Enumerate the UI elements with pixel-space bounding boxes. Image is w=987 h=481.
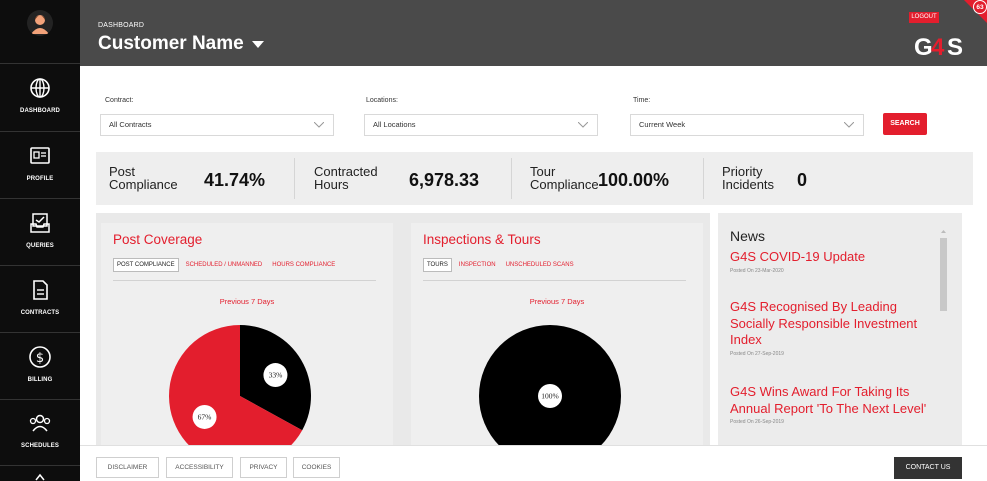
chevron-up-icon[interactable] xyxy=(35,473,45,481)
sidebar-item-label: QUERIES xyxy=(26,243,54,249)
disclaimer-button[interactable]: DISCLAIMER xyxy=(96,457,159,478)
sidebar-item-label: BILLING xyxy=(27,377,53,383)
sidebar-item-label: CONTRACTS xyxy=(20,310,60,316)
nav-divider xyxy=(0,265,80,266)
customer-selector[interactable]: Customer Name xyxy=(98,33,264,55)
kpi-label-line: Compliance xyxy=(530,177,599,192)
kpi-label-line: Incidents xyxy=(722,177,775,192)
sidebar-item-profile[interactable]: PROFILE xyxy=(0,138,80,204)
contract-select[interactable]: All Contracts xyxy=(100,114,334,136)
nav-divider xyxy=(0,399,80,400)
inbox-icon xyxy=(30,213,50,233)
kpi-bar: Post Compliance 41.74% Contracted Hours … xyxy=(96,152,973,205)
sidebar-item-billing[interactable]: $ BILLING xyxy=(0,339,80,405)
news-date: Posted On 23-Mar-2020 xyxy=(730,267,784,274)
svg-text:G: G xyxy=(914,34,933,60)
kpi-label-tour-compliance: Tour Compliance xyxy=(530,165,599,191)
nav-divider xyxy=(0,332,80,333)
locations-label: Locations: xyxy=(366,97,398,104)
news-item[interactable]: G4S COVID-19 Update Posted On 23-Mar-202… xyxy=(730,249,935,274)
post-coverage-pie-chart: 33% 67% xyxy=(169,325,311,453)
kpi-value-tour-compliance: 100.00% xyxy=(598,170,670,190)
privacy-button[interactable]: PRIVACY xyxy=(240,457,287,478)
kpi-divider xyxy=(294,158,295,199)
inspections-panel: Inspections & Tours TOURS INSPECTION UNS… xyxy=(411,223,703,453)
kpi-divider xyxy=(703,158,704,199)
dollar-icon: $ xyxy=(29,346,51,368)
svg-text:S: S xyxy=(947,34,963,60)
news-date: Posted On 27-Sep-2019 xyxy=(730,350,784,357)
nav-divider xyxy=(0,198,80,199)
sidebar-item-label: SCHEDULES xyxy=(21,443,59,449)
pie-data-label: 100% xyxy=(541,392,559,401)
scroll-up-icon[interactable] xyxy=(941,229,946,234)
news-panel: News G4S COVID-19 Update Posted On 23-Ma… xyxy=(718,213,962,453)
pie-data-label: 67% xyxy=(198,412,212,421)
sidebar-item-contracts[interactable]: CONTRACTS xyxy=(0,272,80,338)
kpi-label-priority-incidents: Priority Incidents xyxy=(722,165,774,191)
svg-text:$: $ xyxy=(36,351,44,366)
svg-text:4: 4 xyxy=(931,34,945,60)
kpi-value-contracted-hours: 6,978.33 xyxy=(409,170,480,190)
logout-button[interactable]: LOGOUT xyxy=(909,12,939,23)
globe-icon xyxy=(30,78,50,98)
contract-select-value: All Contracts xyxy=(109,120,152,129)
avatar-icon xyxy=(27,10,53,36)
kpi-divider xyxy=(511,158,512,199)
news-item[interactable]: G4S Wins Award For Taking Its Annual Rep… xyxy=(730,384,935,425)
chevron-down-icon xyxy=(578,122,588,128)
g4s-logo: G 4 S xyxy=(912,30,967,61)
sidebar: DASHBOARD PROFILE QUERIES CONTRACTS $ BI… xyxy=(0,0,80,481)
news-item[interactable]: G4S Recognised By Leading Socially Respo… xyxy=(730,299,935,357)
chevron-down-icon xyxy=(314,122,324,128)
sidebar-item-label: DASHBOARD xyxy=(20,108,60,114)
sidebar-item-label: PROFILE xyxy=(26,176,54,182)
nav-divider xyxy=(0,63,80,64)
footer: DISCLAIMER ACCESSIBILITY PRIVACY COOKIES… xyxy=(80,445,987,481)
time-select-value: Current Week xyxy=(639,120,686,129)
kpi-value-priority-incidents: 0 xyxy=(797,170,808,190)
people-icon xyxy=(29,414,51,432)
news-title[interactable]: G4S COVID-19 Update xyxy=(730,249,935,266)
news-title[interactable]: G4S Recognised By Leading Socially Respo… xyxy=(730,299,935,349)
news-date: Posted On 26-Sep-2019 xyxy=(730,419,784,425)
cookies-button[interactable]: COOKIES xyxy=(293,457,340,478)
sidebar-item-dashboard[interactable]: DASHBOARD xyxy=(0,70,80,136)
chevron-down-icon xyxy=(844,122,854,128)
contact-us-button[interactable]: CONTACT US xyxy=(894,457,962,479)
time-label: Time: xyxy=(633,97,651,104)
locations-select[interactable]: All Locations xyxy=(364,114,598,136)
search-button[interactable]: SEARCH xyxy=(883,113,927,135)
contract-label: Contract: xyxy=(105,97,134,104)
page-title: Customer Name xyxy=(98,33,244,54)
sidebar-item-queries[interactable]: QUERIES xyxy=(0,205,80,271)
sidebar-item-schedules[interactable]: SCHEDULES xyxy=(0,405,80,471)
accessibility-button[interactable]: ACCESSIBILITY xyxy=(166,457,233,478)
news-scrollbar-thumb[interactable] xyxy=(940,238,947,311)
pie-data-label: 33% xyxy=(269,371,283,380)
kpi-value-post-compliance: 41.74% xyxy=(204,170,266,190)
caret-down-icon xyxy=(251,41,264,48)
header: DASHBOARD Customer Name LOGOUT 63 G 4 S xyxy=(80,0,987,66)
kpi-label-contracted-hours: Contracted Hours xyxy=(314,165,378,191)
document-icon xyxy=(33,280,48,300)
id-card-icon xyxy=(30,147,50,164)
nav-divider xyxy=(0,131,80,132)
post-coverage-panel: Post Coverage POST COMPLIANCE SCHEDULED … xyxy=(101,223,393,453)
logo-icon: G 4 S xyxy=(914,34,963,61)
filter-bar xyxy=(80,66,987,150)
kpi-label-post-compliance: Post Compliance xyxy=(109,165,178,191)
nav-divider xyxy=(0,465,80,466)
locations-select-value: All Locations xyxy=(373,120,416,129)
time-select[interactable]: Current Week xyxy=(630,114,864,136)
news-title[interactable]: G4S Wins Award For Taking Its Annual Rep… xyxy=(730,384,935,417)
news-heading: News xyxy=(730,228,766,244)
notification-count: 63 xyxy=(976,4,984,11)
breadcrumb: DASHBOARD xyxy=(98,22,145,29)
kpi-label-line: Hours xyxy=(314,177,349,192)
kpi-label-line: Compliance xyxy=(109,177,178,192)
avatar[interactable] xyxy=(27,10,53,36)
inspections-pie-chart: 100% xyxy=(479,325,621,453)
